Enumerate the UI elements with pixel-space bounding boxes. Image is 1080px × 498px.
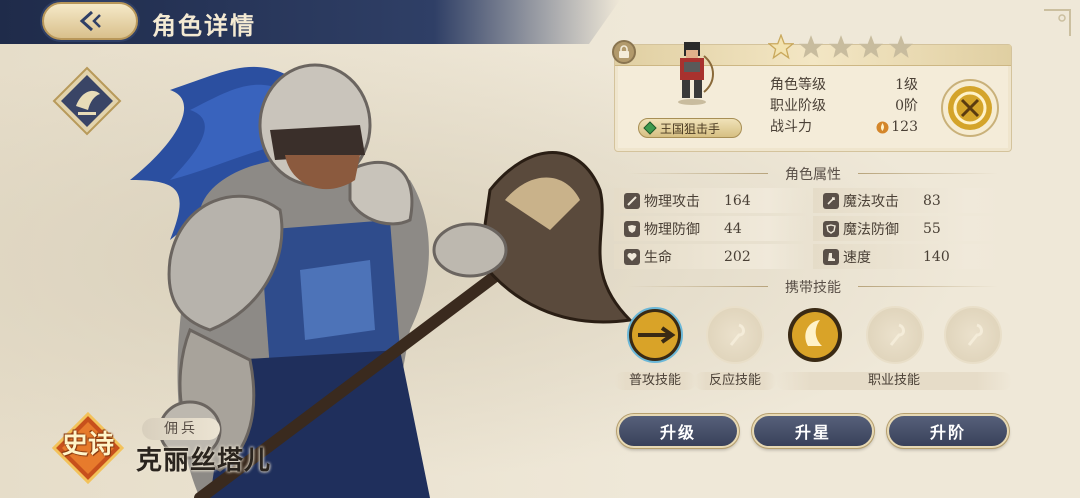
class-skill-slot-2[interactable] [866, 306, 924, 364]
class-tag: 王国狙击手 [638, 118, 742, 138]
star-icon-empty [829, 35, 853, 58]
class-skill-icon[interactable] [940, 78, 1000, 138]
shield-icon [624, 220, 640, 237]
stat-label: 职业阶级 [770, 98, 826, 114]
attr-magic-attack: 魔法攻击 83 [813, 188, 1006, 213]
attr-row: 生命 202 速度 140 [614, 244, 1012, 269]
attributes-grid: 物理攻击 164 魔法攻击 83 物理防御 44 魔法防御 55 生命 202 … [614, 188, 1012, 272]
star-icon-empty [859, 35, 883, 58]
attr-value: 140 [923, 248, 950, 265]
star-icon-filled [768, 34, 794, 60]
attr-value: 83 [923, 192, 941, 209]
attr-physical-defense: 物理防御 44 [614, 216, 807, 241]
empty-skill-icon [967, 323, 983, 346]
star-icon-empty [799, 35, 823, 58]
attr-magic-defense: 魔法防御 55 [813, 216, 1006, 241]
class-skill-slot-3[interactable] [944, 306, 1002, 364]
heart-icon [624, 248, 640, 265]
attr-value: 44 [724, 220, 742, 237]
attr-value: 164 [724, 192, 751, 209]
advance-button[interactable]: 升阶 [886, 413, 1010, 449]
attr-value: 202 [724, 248, 751, 265]
stat-row-level: 角色等级 1级 [770, 75, 918, 96]
attr-value: 55 [923, 220, 941, 237]
empty-skill-icon [889, 323, 905, 346]
role-tag: 佣兵 [142, 418, 220, 440]
attr-label: 生命 [644, 249, 672, 266]
attr-label: 魔法攻击 [843, 193, 899, 210]
attr-row: 物理防御 44 魔法防御 55 [614, 216, 1012, 241]
star-icon-empty [889, 35, 913, 58]
staff-icon [823, 192, 839, 209]
star-rating [768, 34, 914, 60]
stat-label: 战斗力 [770, 119, 812, 135]
back-arrow-icon [79, 10, 101, 32]
stat-label: 角色等级 [770, 77, 826, 93]
class-emblem-icon [52, 66, 122, 136]
character-name: 克丽丝塔儿 [136, 446, 272, 476]
star-up-button[interactable]: 升星 [751, 413, 875, 449]
page-title: 角色详情 [152, 11, 256, 40]
basic-attack-skill-icon[interactable] [626, 306, 684, 364]
reaction-skill-label: 反应技能 [694, 372, 776, 390]
attr-speed: 速度 140 [813, 244, 1006, 269]
attr-health: 生命 202 [614, 244, 807, 269]
attr-row: 物理攻击 164 魔法攻击 83 [614, 188, 1012, 213]
skills-title: 携带技能 [614, 277, 1012, 297]
attr-label: 物理攻击 [644, 193, 700, 210]
skills-panel: 普攻技能 反应技能 职业技能 [614, 302, 1012, 392]
stat-list: 角色等级 1级 职业阶级 0阶 战斗力 123 [770, 75, 918, 138]
sword-icon [624, 192, 640, 209]
attributes-title: 角色属性 [614, 164, 1012, 184]
reaction-skill-slot[interactable] [706, 306, 764, 364]
basic-skill-label: 普攻技能 [614, 372, 696, 390]
stat-value-wrap: 123 [876, 117, 918, 138]
attr-label: 物理防御 [644, 221, 700, 238]
corner-ornament-icon [1044, 9, 1071, 36]
back-button[interactable] [42, 2, 138, 40]
stat-row-rank: 职业阶级 0阶 [770, 96, 918, 117]
stat-row-power: 战斗力 123 [770, 117, 918, 138]
lock-icon[interactable] [612, 40, 636, 64]
power-value: 123 [891, 119, 918, 135]
diamond-gem-icon [643, 121, 657, 135]
stat-value: 1级 [895, 77, 918, 93]
class-skill-label: 职业技能 [776, 372, 1012, 390]
class-name: 王国狙击手 [660, 121, 721, 136]
pixel-avatar [678, 42, 714, 105]
empty-skill-icon [729, 323, 745, 346]
stat-value: 0阶 [895, 98, 918, 114]
attr-physical-attack: 物理攻击 164 [614, 188, 807, 213]
rarity-label: 史诗 [61, 430, 114, 460]
attr-label: 魔法防御 [843, 221, 899, 238]
boot-icon [823, 248, 839, 265]
power-flame-icon [876, 121, 889, 134]
upgrade-button[interactable]: 升级 [616, 413, 740, 449]
class-skill-slot-icon[interactable] [786, 306, 844, 364]
rune-shield-icon [823, 220, 839, 237]
attr-label: 速度 [843, 249, 871, 266]
